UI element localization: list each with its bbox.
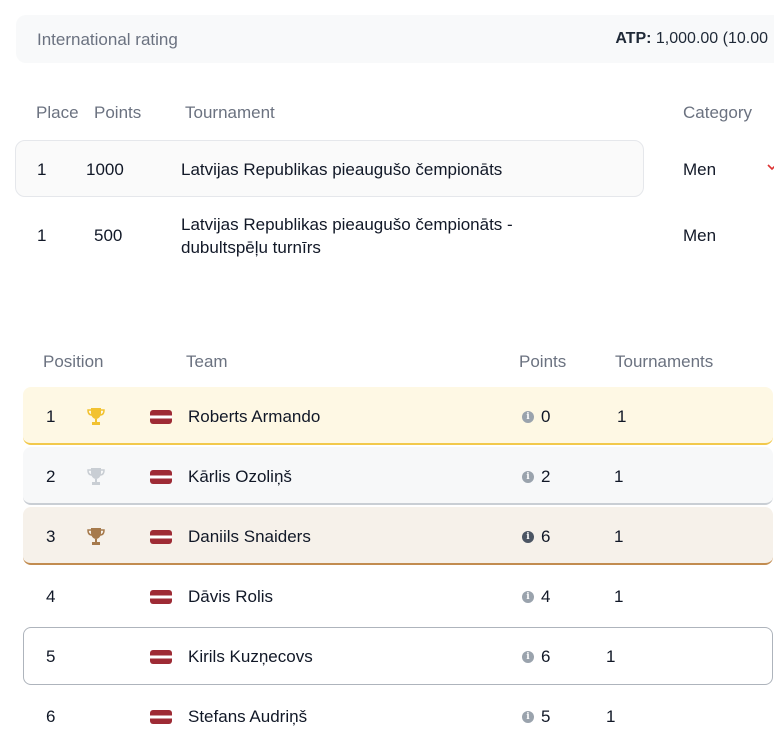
latvia-flag-icon — [150, 650, 172, 664]
latvia-flag-icon — [150, 410, 172, 424]
bronze-trophy-icon — [87, 528, 105, 545]
row-position: 1 — [46, 407, 56, 426]
row-points: 6 — [541, 647, 551, 666]
player-name[interactable]: Kārlis Ozoliņš — [188, 467, 292, 487]
header-position: Position — [43, 352, 104, 371]
tournament-category: Men — [683, 160, 717, 179]
row-points: 0 — [541, 407, 551, 426]
header-category: Category — [683, 103, 752, 122]
table-row[interactable] — [23, 507, 773, 565]
row-tournaments: 1 — [614, 587, 624, 606]
row-tournaments: 1 — [614, 467, 624, 486]
info-icon[interactable]: i — [522, 411, 534, 423]
info-icon[interactable]: i — [522, 711, 534, 723]
header-tournaments: Tournaments — [615, 352, 714, 371]
latvia-flag-icon — [150, 590, 172, 604]
player-name[interactable]: Stefans Audriņš — [188, 707, 307, 727]
row-position: 2 — [46, 467, 56, 486]
row-position: 5 — [46, 647, 56, 666]
header-points: Points — [519, 352, 567, 371]
gold-trophy-icon — [87, 408, 105, 425]
latvia-flag-icon — [150, 470, 172, 484]
row-tournaments: 1 — [614, 527, 624, 546]
player-name[interactable]: Daniils Snaiders — [188, 527, 311, 547]
player-name[interactable]: Roberts Armando — [188, 407, 320, 427]
row-tournaments: 1 — [606, 647, 616, 666]
chevron-down-icon[interactable] — [766, 162, 774, 172]
header-tournament: Tournament — [185, 103, 275, 122]
atp-rating: ATP: 1,000.00 (10.00 — [615, 30, 768, 48]
atp-value: 1,000.00 (10.00 — [651, 30, 768, 47]
row-position: 4 — [46, 587, 56, 606]
row-points: 6 — [541, 527, 551, 546]
tournament-category: Men — [683, 226, 717, 245]
tournament-name[interactable]: Latvijas Republikas pieaugušo čempionāts — [181, 160, 502, 180]
row-points: 2 — [541, 467, 551, 486]
latvia-flag-icon — [150, 530, 172, 544]
silver-trophy-icon — [87, 468, 105, 485]
latvia-flag-icon — [150, 710, 172, 724]
row-position: 3 — [46, 527, 56, 546]
rating-label: International rating — [37, 30, 178, 49]
tournament-name[interactable]: Latvijas Republikas pieaugušo čempionāts… — [181, 213, 581, 259]
tournament-place: 1 — [37, 226, 47, 245]
header-points: Points — [94, 103, 142, 122]
table-row[interactable] — [23, 387, 773, 445]
row-position: 6 — [46, 707, 56, 726]
player-name[interactable]: Kirils Kuzņecovs — [188, 647, 313, 667]
row-points: 4 — [541, 587, 551, 606]
tournament-points: 500 — [94, 226, 123, 245]
row-tournaments: 1 — [617, 407, 627, 426]
table-row[interactable] — [23, 447, 773, 505]
table-row[interactable] — [23, 627, 773, 685]
info-icon[interactable]: i — [522, 591, 534, 603]
table-row[interactable] — [23, 687, 773, 741]
tournament-place: 1 — [37, 160, 47, 179]
info-icon[interactable]: i — [522, 531, 534, 543]
row-points: 5 — [541, 707, 551, 726]
info-icon[interactable]: i — [522, 651, 534, 663]
tournament-points: 1000 — [86, 160, 124, 179]
international-rating-bar: International rating ATP: 1,000.00 (10.0… — [16, 15, 774, 63]
player-name[interactable]: Dāvis Rolis — [188, 587, 273, 607]
header-place: Place — [36, 103, 79, 122]
info-icon[interactable]: i — [522, 471, 534, 483]
row-tournaments: 1 — [606, 707, 616, 726]
header-team: Team — [186, 352, 228, 371]
atp-key: ATP: — [615, 30, 652, 47]
table-row[interactable] — [23, 567, 773, 625]
